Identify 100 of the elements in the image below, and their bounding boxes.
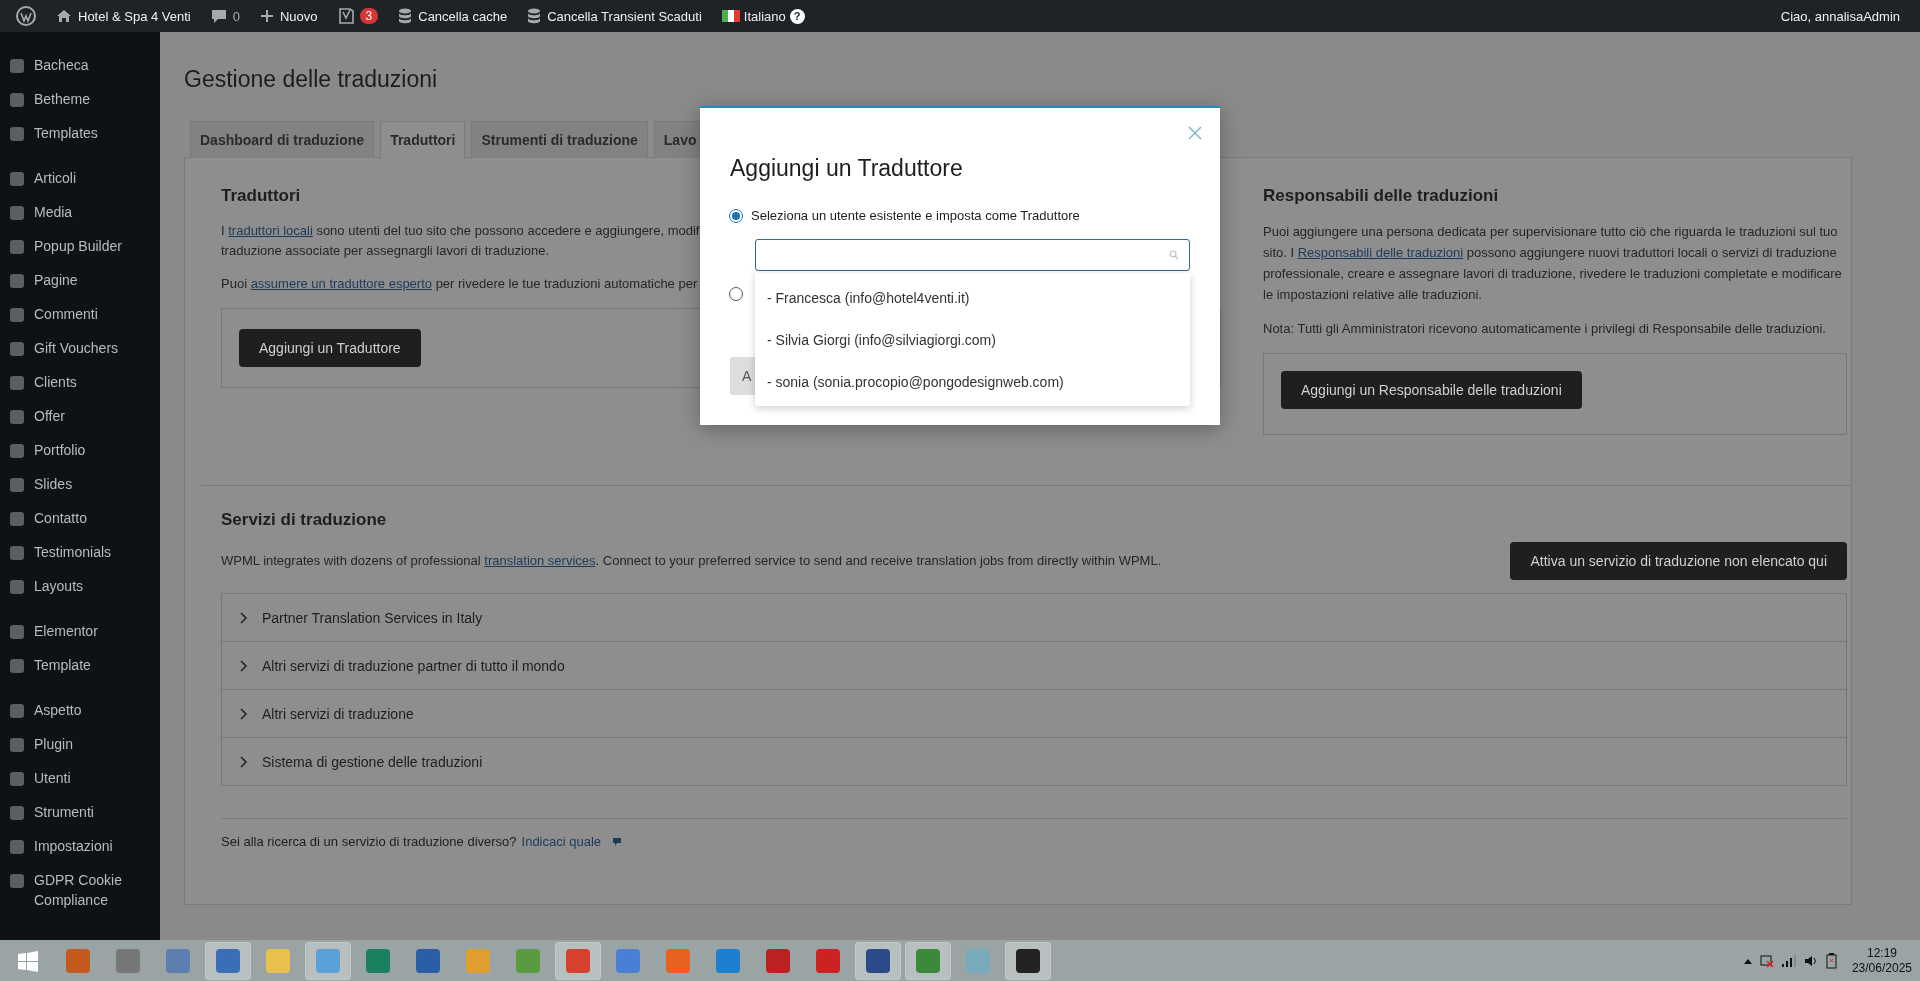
sidebar-menu-item[interactable]: Commenti — [34, 304, 144, 324]
sidebar-menu-item[interactable]: GDPR Cookie Compliance — [34, 870, 144, 910]
text-link[interactable]: translation services — [484, 553, 596, 568]
caret-up-icon — [1743, 957, 1752, 964]
text-link[interactable]: traduttori locali — [228, 223, 313, 238]
accordion-row[interactable]: Altri servizi di traduzione — [222, 689, 1846, 737]
menu-icon — [8, 374, 26, 392]
menu-icon — [8, 838, 26, 856]
clock-time: 12:19 — [1866, 945, 1897, 961]
footer-text: Sei alla ricerca di un servizio di traduzione diverso? — [221, 834, 517, 849]
page-title: Gestione delle traduzioni — [184, 65, 439, 94]
menu-icon — [8, 238, 26, 256]
menu-icon — [8, 442, 26, 460]
suggestion-option[interactable]: - Francesca (info@hotel4venti.it) — [755, 277, 1190, 319]
signal-bars-icon — [1781, 954, 1796, 967]
user-greeting[interactable]: Ciao, annalisaAdmin — [1780, 8, 1900, 24]
windows-start-icon — [17, 949, 39, 972]
chevron-right-icon — [238, 659, 248, 672]
section-heading: Traduttori — [221, 186, 302, 206]
new-link[interactable]: Nuovo — [280, 8, 318, 24]
radio-button[interactable] — [729, 208, 743, 223]
menu-icon — [8, 91, 26, 109]
sidebar-menu-item[interactable]: Popup Builder — [34, 236, 144, 256]
speaker-icon — [1803, 954, 1818, 967]
accordion-row[interactable]: Partner Translation Services in Italy — [222, 594, 1846, 641]
sidebar-menu-item[interactable]: Template — [34, 655, 144, 675]
paragraph-text: traduzione associate per assegnargli lavori di traduzione. — [221, 242, 550, 260]
sidebar-menu-item[interactable]: Clients — [34, 372, 144, 392]
italian-flag-icon — [721, 10, 740, 22]
menu-icon — [8, 770, 26, 788]
sidebar-menu-item[interactable]: Strumenti — [34, 802, 144, 822]
menu-icon — [8, 544, 26, 562]
menu-icon — [8, 340, 26, 358]
sidebar-menu-item[interactable]: Portfolio — [34, 440, 144, 460]
taskbar-app-icon[interactable] — [865, 947, 891, 974]
search-icon — [1169, 250, 1179, 260]
tab[interactable]: Dashboard di traduzione — [190, 121, 375, 158]
sidebar-menu-item[interactable]: Articoli — [34, 168, 144, 188]
text-link[interactable]: Responsabili delle traduzioni — [1297, 245, 1464, 260]
toolbar-link[interactable]: Cancella cache — [418, 8, 508, 24]
sidebar-menu-item[interactable]: Aspetto — [34, 700, 144, 720]
add-translator-button[interactable]: Aggiungi un Traduttore — [239, 329, 421, 367]
tab[interactable]: Strumenti di traduzione — [471, 121, 648, 158]
database-icon — [398, 8, 413, 24]
sidebar-menu-item[interactable]: Elementor — [34, 621, 144, 641]
chevron-right-icon — [238, 755, 248, 768]
close-icon — [1188, 126, 1202, 140]
sidebar-menu-item[interactable]: Offer — [34, 406, 144, 426]
clock-date: 23/06/2025 — [1851, 960, 1912, 976]
sidebar-menu-item[interactable]: Pagine — [34, 270, 144, 290]
sidebar-menu-item[interactable]: Betheme — [34, 89, 144, 109]
menu-icon — [8, 272, 26, 290]
sidebar-menu-item[interactable]: Bacheca — [34, 55, 144, 75]
menu-icon — [8, 57, 26, 75]
accordion-row[interactable]: Altri servizi di traduzione partner di tutto il mondo — [222, 641, 1846, 689]
sidebar-menu-item[interactable]: Media — [34, 202, 144, 222]
accordion-row[interactable]: Sistema di gestione delle traduzioni — [222, 737, 1846, 785]
taskbar-app-icon[interactable] — [1015, 947, 1041, 974]
battery-icon — [1825, 952, 1838, 969]
sidebar-menu-item[interactable]: Plugin — [34, 734, 144, 754]
menu-icon — [8, 170, 26, 188]
home-icon — [56, 8, 72, 24]
chevron-right-icon — [238, 707, 248, 720]
sidebar-menu-item[interactable]: Layouts — [34, 576, 144, 596]
comment-count[interactable]: 0 — [232, 8, 240, 24]
menu-icon — [8, 204, 26, 222]
radio-label: Seleziona un utente esistente e imposta come Traduttore — [751, 208, 1080, 223]
help-icon[interactable]: ? — [789, 8, 805, 24]
sidebar-menu-item[interactable]: Gift Vouchers — [34, 338, 144, 358]
text-link[interactable]: assumere un traduttore esperto — [250, 276, 433, 291]
menu-icon — [8, 623, 26, 641]
paragraph-text: WPML integrates with dozens of professional translation services. Connect to your preferred service to send and receive translation jobs from directly within WPML. — [221, 552, 1162, 570]
notification-badge: 3 — [359, 8, 379, 24]
sidebar-menu-item[interactable]: Slides — [34, 474, 144, 494]
network-error-icon — [1759, 953, 1774, 968]
menu-icon — [8, 736, 26, 754]
toolbar-link[interactable]: Cancella Transient Scaduti — [547, 8, 702, 24]
feedback-link[interactable]: Indicaci quale — [521, 834, 602, 849]
sidebar-menu-item[interactable]: Templates — [34, 123, 144, 143]
seo-plugin-icon — [337, 7, 354, 25]
language-switcher[interactable]: Italiano — [743, 8, 786, 24]
sidebar-menu-item[interactable]: Impostazioni — [34, 836, 144, 856]
paragraph-text: Puoi aggiungere una persona dedicata per supervisionare tutto ciò che riguarda le traduzioni sul tuo sito. I Responsabili delle traduzioni possono aggiungere nuovi traduttori locali o servizi di traduzione professionale, creare e assegnare lavori di traduzione, rivedere le traduzioni completate e modificare le impostazioni relative alle traduzioni. — [1263, 223, 1843, 304]
chevron-right-icon — [238, 611, 248, 624]
add-manager-button[interactable]: Aggiungi un Responsabile delle traduzioni — [1281, 371, 1582, 409]
wordpress-logo-icon — [16, 6, 36, 26]
sidebar-menu-item[interactable]: Contatto — [34, 508, 144, 528]
menu-icon — [8, 804, 26, 822]
menu-icon — [8, 657, 26, 675]
speech-bubble-icon — [612, 836, 623, 847]
radio-button[interactable] — [729, 287, 743, 301]
sidebar-menu-item[interactable]: Testimonials — [34, 542, 144, 562]
sidebar-menu-item[interactable]: Utenti — [34, 768, 144, 788]
activate-service-button[interactable]: Attiva un servizio di traduzione non elencato qui — [1510, 542, 1847, 580]
section-heading: Responsabili delle traduzioni — [1263, 186, 1500, 206]
site-name-link[interactable]: Hotel & Spa 4 Venti — [78, 8, 191, 24]
menu-icon — [8, 578, 26, 596]
section-heading: Servizi di traduzione — [221, 510, 388, 530]
user-search-field[interactable] — [755, 239, 1190, 271]
tab[interactable]: Traduttori — [380, 121, 466, 159]
